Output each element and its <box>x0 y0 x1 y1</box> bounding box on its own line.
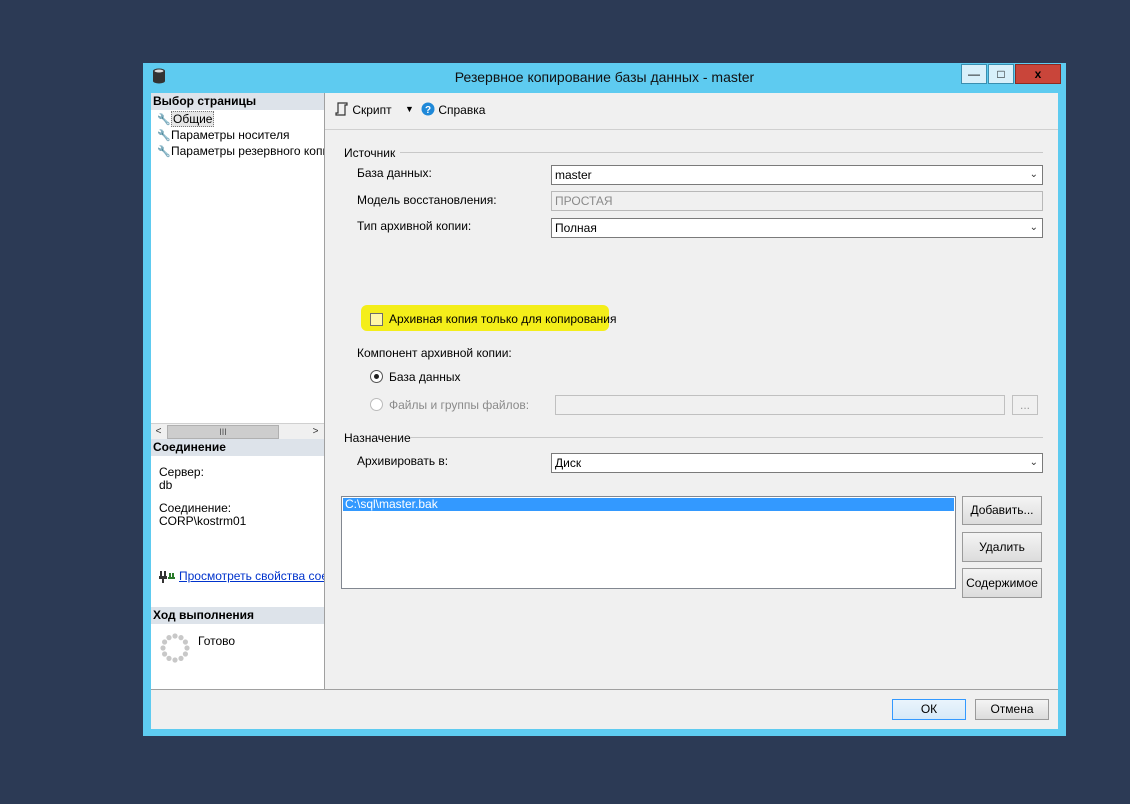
script-dropdown-icon[interactable]: ▼ <box>405 104 414 114</box>
view-connection-properties-link[interactable]: Просмотреть свойства соед <box>179 569 324 583</box>
backup-type-value: Полная <box>555 221 597 235</box>
wrench-icon: 🔧 <box>157 114 171 126</box>
dialog-client-area: Выбор страницы 🔧 Общие 🔧Параметры носител… <box>151 93 1058 729</box>
component-database-radio[interactable] <box>370 370 383 383</box>
page-item-backup-options[interactable]: 🔧Параметры резервного копир <box>157 143 324 159</box>
progress-spinner-icon <box>160 633 190 663</box>
progress-status: Готово <box>198 634 236 648</box>
wrench-icon: 🔧 <box>157 146 171 158</box>
list-item[interactable]: C:\sql\master.bak <box>343 498 954 511</box>
copy-only-label[interactable]: Архивная копия только для копирования <box>389 312 616 326</box>
chevron-down-icon: ⌄ <box>1029 222 1038 233</box>
close-button[interactable]: x <box>1015 64 1061 84</box>
contents-button[interactable]: Содержимое <box>962 568 1042 598</box>
progress-header: Ход выполнения <box>151 607 324 624</box>
cancel-button[interactable]: Отмена <box>975 699 1049 720</box>
help-label: Справка <box>438 103 486 117</box>
scroll-right-icon[interactable]: > <box>308 424 323 439</box>
backup-to-value: Диск <box>555 456 582 470</box>
left-pane: Выбор страницы 🔧 Общие 🔧Параметры носител… <box>151 93 325 689</box>
add-destination-button[interactable]: Добавить... <box>962 496 1042 525</box>
database-select[interactable]: master ⌄ <box>551 165 1043 185</box>
view-connection-properties[interactable]: Просмотреть свойства соед <box>159 569 324 584</box>
minimize-button[interactable]: — <box>961 64 987 84</box>
page-item-label: Параметры резервного копир <box>171 144 324 158</box>
database-value: master <box>555 168 592 182</box>
destination-group-label: Назначение <box>344 431 411 445</box>
script-button[interactable]: Скрипт <box>335 102 392 117</box>
toolbar: Скрипт ▼ ? Справка <box>325 93 1058 130</box>
backup-type-select[interactable]: Полная ⌄ <box>551 218 1043 238</box>
chevron-down-icon: ⌄ <box>1029 169 1038 180</box>
component-files-radio[interactable] <box>370 398 383 411</box>
help-icon: ? <box>421 102 435 116</box>
component-files-label[interactable]: Файлы и группы файлов: <box>389 398 529 412</box>
source-group-label: Источник <box>344 146 396 160</box>
page-item-label: Параметры носителя <box>171 128 290 142</box>
scroll-thumb[interactable]: III <box>167 425 279 439</box>
backup-to-select[interactable]: Диск ⌄ <box>551 453 1043 473</box>
chevron-down-icon: ⌄ <box>1029 457 1038 468</box>
browse-files-button[interactable]: ... <box>1012 395 1038 415</box>
maximize-button[interactable]: □ <box>988 64 1014 84</box>
connection-plug-icon <box>159 570 175 583</box>
recovery-model-field: ПРОСТАЯ <box>551 191 1043 211</box>
script-icon <box>335 102 348 116</box>
script-label: Скрипт <box>352 103 392 117</box>
recovery-model-label: Модель восстановления: <box>357 193 497 207</box>
files-filegroups-input[interactable] <box>555 395 1005 415</box>
window-title: Резервное копирование базы данных - mast… <box>454 69 755 85</box>
page-item-label: Общие <box>171 111 215 127</box>
backup-component-label: Компонент архивной копии: <box>357 346 512 360</box>
scroll-left-icon[interactable]: < <box>151 424 166 439</box>
dialog-footer: ОК Отмена <box>151 689 1058 729</box>
ok-button[interactable]: ОК <box>892 699 966 720</box>
backup-type-label: Тип архивной копии: <box>357 219 472 233</box>
page-item-media-options[interactable]: 🔧Параметры носителя <box>157 127 324 143</box>
help-button[interactable]: ? Справка <box>421 102 485 117</box>
copy-only-checkbox[interactable] <box>370 313 383 326</box>
remove-destination-button[interactable]: Удалить <box>962 532 1042 562</box>
title-bar[interactable]: Резервное копирование базы данных - mast… <box>143 63 1066 91</box>
backup-dialog-window: Резервное копирование базы данных - mast… <box>143 63 1066 736</box>
destination-divider <box>410 437 1043 438</box>
backup-destination-list[interactable]: C:\sql\master.bak <box>341 496 956 589</box>
connection-header: Соединение <box>151 439 324 456</box>
svg-text:?: ? <box>425 105 431 116</box>
connection-value: CORP\kostrm01 <box>159 514 247 528</box>
source-divider <box>400 152 1043 153</box>
page-item-general[interactable]: 🔧 Общие <box>157 111 324 127</box>
component-database-label[interactable]: База данных <box>389 370 460 384</box>
backup-to-label: Архивировать в: <box>357 454 449 468</box>
database-label: База данных: <box>357 166 432 180</box>
wrench-icon: 🔧 <box>157 130 171 142</box>
server-value: db <box>159 478 173 492</box>
general-page-content: Источник База данных: master ⌄ Модель во… <box>325 130 1058 689</box>
select-page-header: Выбор страницы <box>151 93 324 110</box>
horizontal-scrollbar[interactable]: < III > <box>151 423 324 440</box>
